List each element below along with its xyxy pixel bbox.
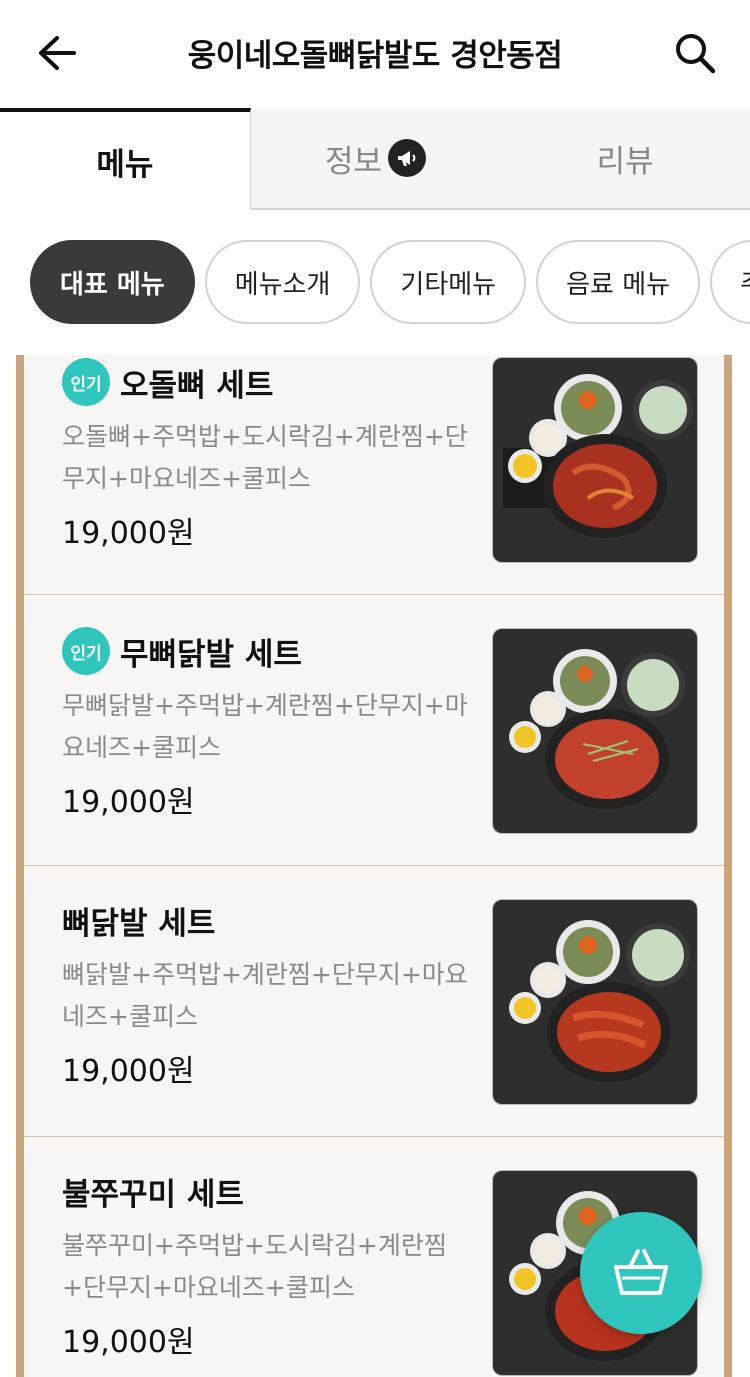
chip-menu-intro[interactable]: 메뉴소개	[204, 240, 361, 324]
menu-item-title-row: 뼈닭발 세트	[62, 892, 482, 948]
chip-main-menu[interactable]: 대표 메뉴	[30, 240, 195, 324]
menu-item-text: 뼈닭발 세트 뼈닭발+주먹밥+계란찜+단무지+마요네즈+쿨피스 19,000원	[62, 892, 482, 1090]
menu-item-name: 오돌뼈 세트	[120, 367, 274, 404]
app-header: 웅이네오돌뼈닭발도 경안동점	[0, 0, 750, 105]
menu-item-price: 19,000원	[62, 1325, 195, 1360]
menu-item-photo[interactable]	[492, 628, 698, 834]
popular-badge: 인기	[62, 627, 110, 675]
chip-other-menu[interactable]: 기타메뉴	[370, 240, 527, 324]
tab-menu[interactable]: 메뉴	[0, 108, 251, 210]
menu-item-price: 19,000원	[62, 1054, 195, 1089]
menu-item-description: 뼈닭발+주먹밥+계란찜+단무지+마요네즈+쿨피스	[62, 960, 468, 1031]
basket-icon	[614, 1249, 668, 1295]
menu-item-name: 불쭈꾸미 세트	[62, 1176, 244, 1213]
menu-item-description: 불쭈꾸미+주먹밥+도시락김+계란찜+단무지+마요네즈+쿨피스	[62, 1231, 447, 1302]
menu-item-title-row: 불쭈꾸미 세트	[62, 1163, 482, 1219]
chip-more[interactable]: 주	[710, 240, 750, 324]
tab-review[interactable]: 리뷰	[500, 108, 750, 210]
store-tabs: 메뉴 정보 리뷰	[0, 108, 750, 210]
tab-review-label: 리뷰	[596, 143, 654, 180]
search-button[interactable]	[670, 28, 720, 78]
menu-item[interactable]: 뼈닭발 세트 뼈닭발+주먹밥+계란찜+단무지+마요네즈+쿨피스 19,000원	[24, 866, 724, 1137]
menu-item-text: 인기 무뼈닭발 세트 무뼈닭발+주먹밥+계란찜+단무지+마요네즈+쿨피스 19,…	[62, 623, 482, 821]
menu-item[interactable]: 인기 오돌뼈 세트 오돌뼈+주먹밥+도시락김+계란찜+단무지+마요네즈+쿨피스 …	[24, 355, 724, 595]
tab-info-label: 정보	[324, 143, 383, 180]
category-chips: 대표 메뉴 메뉴소개 기타메뉴 음료 메뉴 주	[30, 240, 750, 324]
menu-item-title-row: 인기 오돌뼈 세트	[62, 355, 482, 410]
menu-item-description: 오돌뼈+주먹밥+도시락김+계란찜+단무지+마요네즈+쿨피스	[62, 422, 468, 493]
back-button[interactable]	[34, 30, 80, 76]
search-icon	[676, 34, 716, 74]
menu-item-price: 19,000원	[62, 516, 195, 551]
popular-badge: 인기	[62, 358, 110, 406]
menu-item-description: 무뼈닭발+주먹밥+계란찜+단무지+마요네즈+쿨피스	[62, 691, 468, 762]
menu-item-photo[interactable]	[492, 357, 698, 563]
menu-item-price: 19,000원	[62, 785, 195, 820]
arrow-left-icon	[39, 36, 76, 70]
tab-info[interactable]: 정보	[250, 108, 501, 210]
megaphone-icon	[388, 139, 427, 177]
menu-item-name: 무뼈닭발 세트	[120, 636, 302, 673]
tab-menu-label: 메뉴	[96, 146, 154, 183]
menu-item-text: 불쭈꾸미 세트 불쭈꾸미+주먹밥+도시락김+계란찜+단무지+마요네즈+쿨피스 1…	[62, 1163, 482, 1361]
menu-item-name: 뼈닭발 세트	[62, 905, 216, 942]
menu-item-photo[interactable]	[492, 899, 698, 1105]
menu-item-title-row: 인기 무뼈닭발 세트	[62, 623, 482, 679]
menu-item[interactable]: 인기 무뼈닭발 세트 무뼈닭발+주먹밥+계란찜+단무지+마요네즈+쿨피스 19,…	[24, 595, 724, 866]
chip-drink-menu[interactable]: 음료 메뉴	[536, 240, 701, 324]
store-title: 웅이네오돌뼈닭발도 경안동점	[187, 38, 563, 74]
menu-item-text: 인기 오돌뼈 세트 오돌뼈+주먹밥+도시락김+계란찜+단무지+마요네즈+쿨피스 …	[62, 355, 482, 552]
cart-button[interactable]	[580, 1212, 702, 1334]
